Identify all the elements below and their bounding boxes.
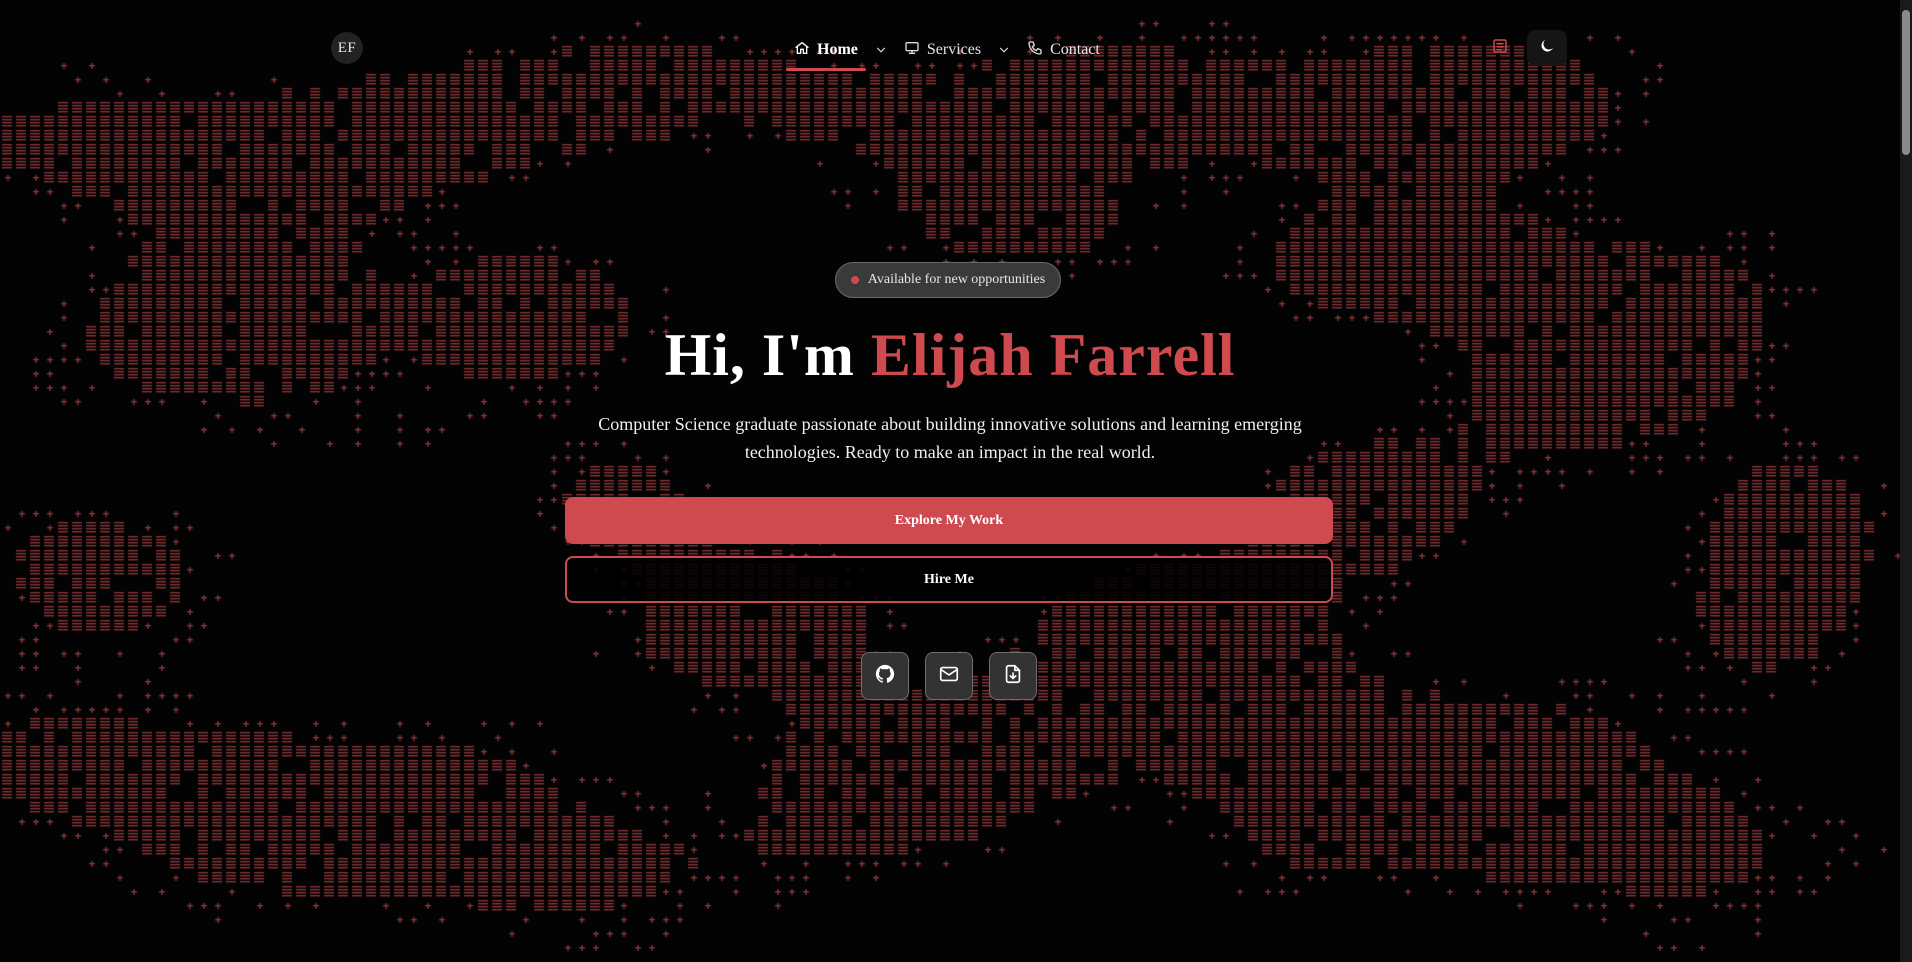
availability-badge: Available for new opportunities <box>835 262 1061 298</box>
github-link[interactable] <box>861 652 909 700</box>
name-text: Elijah Farrell <box>870 322 1236 388</box>
nav-item-services[interactable]: Services <box>896 32 989 68</box>
download-file-icon <box>1002 663 1024 690</box>
services-dropdown-chevron-icon[interactable] <box>989 32 1019 68</box>
moon-icon <box>1538 37 1556 60</box>
logo-avatar[interactable]: EF <box>331 32 363 64</box>
nav-label-services: Services <box>926 41 982 58</box>
dotted-world-map-background <box>0 0 1900 962</box>
explore-work-button[interactable]: Explore My Work <box>565 497 1333 544</box>
theme-toggle-button[interactable] <box>1527 30 1567 66</box>
phone-icon <box>1027 40 1043 61</box>
email-link[interactable] <box>925 652 973 700</box>
scrollbar[interactable] <box>1900 0 1912 962</box>
resume-download-link[interactable] <box>989 652 1037 700</box>
book-icon <box>1491 37 1509 60</box>
monitor-icon <box>904 40 920 61</box>
hire-me-button[interactable]: Hire Me <box>565 556 1333 603</box>
nav-menu: Home Services Contact <box>786 30 1108 71</box>
blog-button[interactable] <box>1480 30 1520 66</box>
nav-label-contact: Contact <box>1050 41 1100 58</box>
home-dropdown-chevron-icon[interactable] <box>866 32 896 68</box>
nav-label-home: Home <box>817 41 858 58</box>
availability-text: Available for new opportunities <box>867 272 1046 287</box>
status-dot <box>850 276 859 284</box>
greeting-text: Hi, I'm <box>664 322 855 388</box>
mail-icon <box>938 663 960 690</box>
hero-subtitle: Computer Science graduate passionate abo… <box>598 414 1302 462</box>
hero-headline: Hi, I'm Elijah Farrell <box>0 318 1900 392</box>
github-icon <box>874 663 896 690</box>
nav-item-home[interactable]: Home <box>786 32 866 71</box>
scrollbar-thumb[interactable] <box>1902 10 1910 155</box>
top-navigation: EF Home Services Contact <box>0 0 1900 96</box>
nav-item-contact[interactable]: Contact <box>1019 32 1108 68</box>
home-icon <box>794 40 810 61</box>
social-links <box>861 652 1037 700</box>
